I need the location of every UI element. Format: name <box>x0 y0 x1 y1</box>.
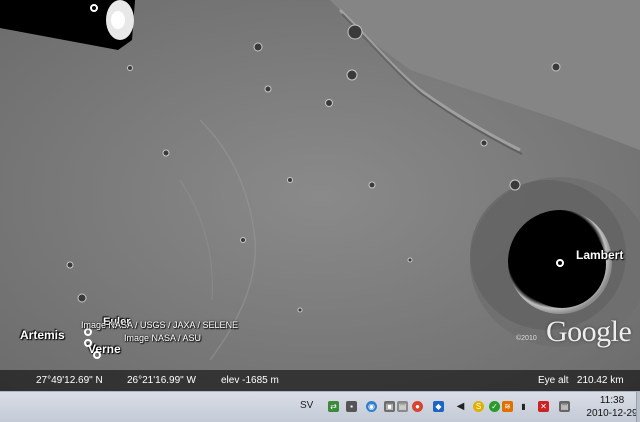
elevation-readout: elev -1685 m <box>221 375 279 386</box>
latitude-readout: 27°49'12.69" N <box>36 375 103 386</box>
place-marker-verne[interactable] <box>93 351 101 359</box>
google-logo: Google <box>546 315 632 348</box>
map-viewport[interactable]: Lambert Artemis Euler Verne Image NASA /… <box>0 0 640 391</box>
eye-altitude-readout: Eye alt 210.42 km <box>538 375 624 386</box>
place-marker-artemis[interactable] <box>84 339 92 347</box>
status-bar: 27°49'12.69" N 26°21'16.99" W elev -1685… <box>0 370 640 391</box>
wifi-icon[interactable]: ≋ <box>502 401 513 412</box>
clock-date: 2010-12-29 <box>586 408 638 419</box>
taskbar: SV ⇄ ▪ ◉ ▣ ▤ ● ◆ ◀ S ✓ ≋ ▮ ✕ ▤ 11:38 201… <box>0 391 640 422</box>
app2-icon[interactable]: ◆ <box>433 401 444 412</box>
language-indicator[interactable]: SV <box>300 400 313 411</box>
volume-icon[interactable]: ◀ <box>455 401 466 412</box>
place-marker-top[interactable] <box>90 4 98 12</box>
place-label-lambert[interactable]: Lambert <box>576 249 623 261</box>
imagery-credit-asu: Image NASA / ASU <box>124 333 202 343</box>
signal-icon[interactable]: ▮ <box>518 401 529 412</box>
imagery-credit-selene: Image NASA / USGS / JAXA / SELENE <box>81 320 239 330</box>
place-label-artemis[interactable]: Artemis <box>20 329 65 341</box>
network-icon[interactable]: ⇄ <box>328 401 339 412</box>
place-marker-lambert[interactable] <box>556 259 564 267</box>
globe-icon[interactable]: ◉ <box>366 401 377 412</box>
chat-icon[interactable]: ✓ <box>489 401 500 412</box>
copyright-notice: ©2010 <box>516 335 537 342</box>
security-icon[interactable]: ▣ <box>384 401 395 412</box>
notes-icon[interactable]: ▤ <box>559 401 570 412</box>
chrome-icon[interactable]: ● <box>412 401 423 412</box>
flag-icon[interactable]: ✕ <box>538 401 549 412</box>
clock-time: 11:38 <box>599 395 625 406</box>
app-icon[interactable]: ▪ <box>346 401 357 412</box>
drive-icon[interactable]: ▤ <box>397 401 408 412</box>
skype-icon[interactable]: S <box>473 401 484 412</box>
system-clock[interactable]: 11:38 2010-12-29 <box>586 394 638 420</box>
longitude-readout: 26°21'16.99" W <box>127 375 196 386</box>
show-desktop-button[interactable] <box>636 392 640 422</box>
moon-surface <box>0 0 640 391</box>
